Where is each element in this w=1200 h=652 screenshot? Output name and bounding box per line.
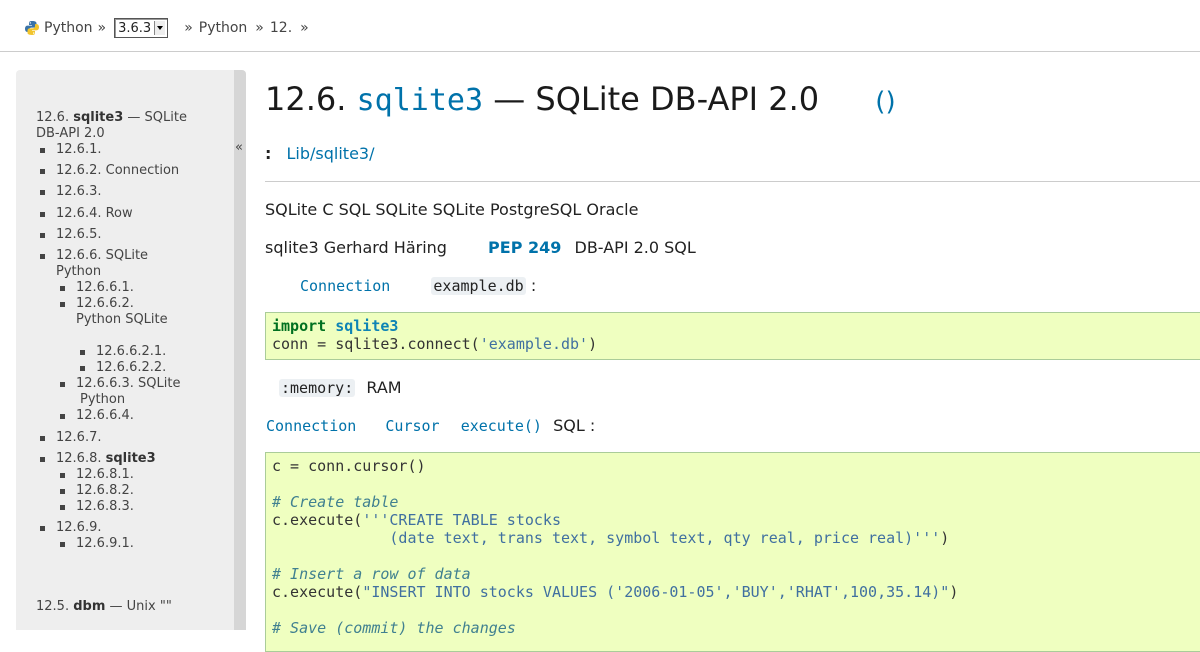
inline-code-example-db: example.db	[431, 277, 526, 295]
toc-title-link[interactable]: 12.6. sqlite3 — SQLite	[36, 110, 187, 126]
top-navigation-bar: Python » 3.6.3 » Python » 12. »	[0, 0, 1200, 52]
paragraph-memory: :memory: RAM	[265, 378, 402, 397]
p5-text: SQL :	[553, 416, 596, 435]
breadcrumb-separator: »	[97, 20, 107, 36]
inline-code-memory: :memory:	[279, 379, 356, 397]
breadcrumb-chapter-link[interactable]: 12.	[270, 20, 292, 36]
breadcrumb-separator: »	[184, 20, 193, 36]
pep-249-link[interactable]: PEP 249	[488, 238, 561, 257]
p2-text-b: DB-API 2.0 SQL	[574, 238, 696, 257]
title-paren-link[interactable]: ()	[875, 87, 895, 117]
toc-title-prefix: 12.6.	[36, 110, 70, 125]
paragraph-cursor: Connection Cursor execute() SQL :	[265, 416, 595, 435]
sidebar-collapse-button[interactable]: «	[234, 70, 246, 630]
p3-colon: :	[530, 276, 537, 295]
paragraph-connection: Connection example.db :	[265, 276, 536, 295]
source-code-line: : Lib/sqlite3/	[265, 144, 374, 163]
connection-link[interactable]: Connection	[300, 277, 390, 295]
title-module: sqlite3	[356, 83, 484, 118]
toc-title-rest: — SQLite	[127, 110, 187, 125]
paragraph-author: sqlite3 Gerhard Häring PEP 249 DB-API 2.…	[265, 238, 696, 257]
p4-text: RAM	[366, 378, 402, 397]
breadcrumb: Python » 3.6.3 » Python » 12. »	[24, 18, 315, 38]
chevron-down-icon	[154, 21, 166, 35]
cursor-link[interactable]: Cursor	[385, 417, 439, 435]
previous-topic-link[interactable]: 12.5. dbm — Unix ""	[36, 599, 172, 615]
collapse-chevron-icon: «	[235, 140, 243, 155]
toc-title-line2[interactable]: DB-API 2.0	[36, 126, 105, 142]
p2-text: sqlite3 Gerhard Häring	[265, 238, 447, 257]
breadcrumb-library-link[interactable]: Python	[199, 20, 248, 36]
version-select-value: 3.6.3	[118, 20, 152, 36]
prev-bold: dbm	[73, 599, 106, 614]
python-logo-icon	[25, 21, 39, 35]
title-rest: — SQLite DB-API 2.0	[493, 80, 820, 118]
divider	[265, 181, 1200, 182]
title-number: 12.6.	[265, 80, 347, 118]
sidebar: 12.6. sqlite3 — SQLite DB-API 2.0 12.6. 1…	[16, 70, 234, 630]
paragraph-intro: SQLite C SQL SQLite SQLite PostgreSQL Or…	[265, 200, 639, 219]
toc-title-bold: sqlite3	[73, 110, 124, 125]
breadcrumb-separator: »	[300, 20, 309, 36]
prev-rest: — Unix ""	[109, 599, 172, 614]
connection-link[interactable]: Connection	[266, 417, 356, 435]
code-block-connect: import sqlite3 conn = sqlite3.connect('e…	[265, 312, 1200, 360]
breadcrumb-separator: »	[255, 20, 264, 36]
version-select[interactable]: 3.6.3	[114, 18, 169, 38]
source-colon: :	[265, 144, 272, 163]
source-code-link[interactable]: Lib/sqlite3/	[287, 144, 375, 163]
breadcrumb-python-link[interactable]: Python	[44, 20, 93, 36]
code-block-cursor: c = conn.cursor() # Create table c.execu…	[265, 452, 1200, 652]
execute-link[interactable]: execute()	[461, 417, 542, 435]
page-title: 12.6. sqlite3 — SQLite DB-API 2.0 ()	[265, 80, 896, 118]
prev-prefix: 12.5.	[36, 599, 70, 614]
